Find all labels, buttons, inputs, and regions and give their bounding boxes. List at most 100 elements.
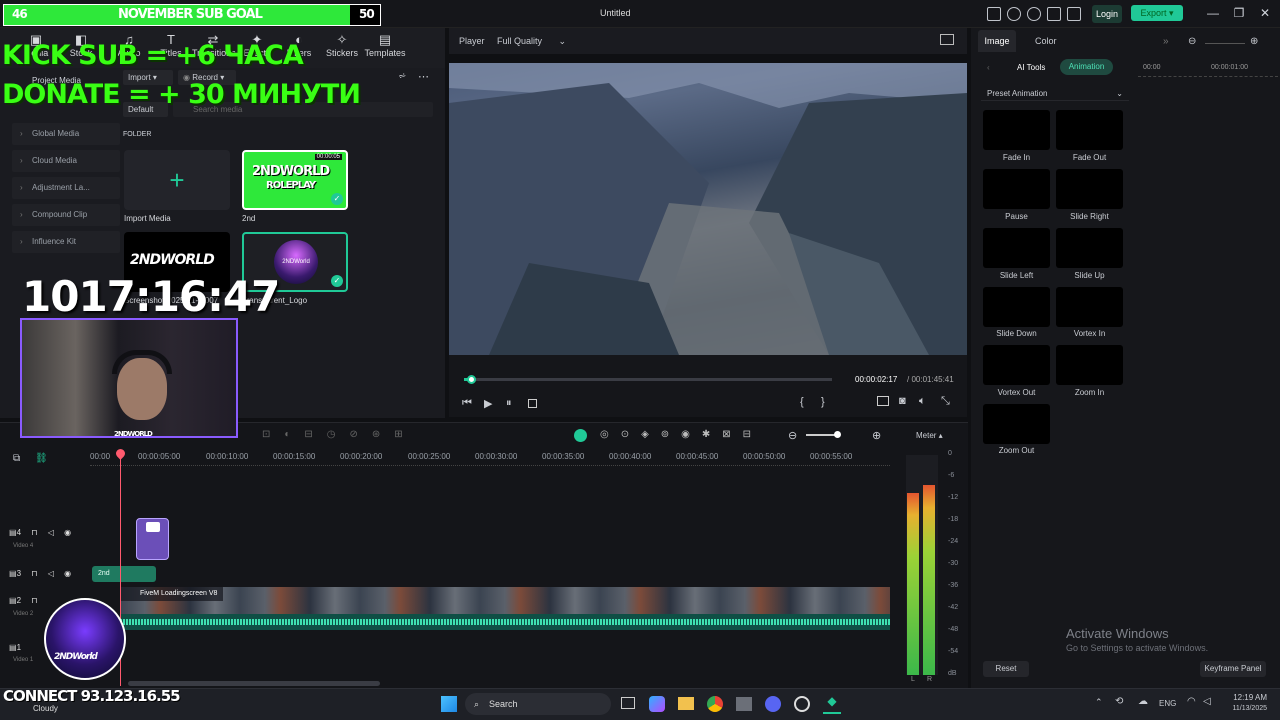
- login-button[interactable]: Login: [1092, 5, 1122, 23]
- wifi-icon[interactable]: ◠: [1187, 696, 1196, 707]
- render-icon[interactable]: [574, 429, 587, 442]
- task-view-icon[interactable]: [621, 697, 635, 709]
- tool-stickers[interactable]: ✧ Stickers: [321, 32, 363, 58]
- lock-icon[interactable]: ⊓: [31, 528, 37, 537]
- keyframe-panel-button[interactable]: Keyframe Panel: [1200, 661, 1266, 677]
- chrome-icon[interactable]: [707, 696, 723, 712]
- preset-label: Vortex In: [1073, 329, 1106, 338]
- minimize-icon[interactable]: —: [1204, 6, 1222, 20]
- link-icon[interactable]: ⛓︎: [35, 453, 48, 464]
- notification-icon[interactable]: [1047, 7, 1061, 21]
- maximize-icon[interactable]: ❐: [1230, 6, 1248, 20]
- zoom-in-icon[interactable]: ⊕: [1250, 36, 1258, 47]
- tray-chevron-icon[interactable]: ⌃: [1095, 697, 1103, 708]
- track-3-header: ▤3 ⊓ ◁ ◉: [9, 569, 72, 578]
- stop-icon[interactable]: [528, 399, 537, 408]
- kick-sub-overlay: KICK SUB = +6 ЧАСА: [2, 40, 304, 71]
- copilot-icon[interactable]: [649, 696, 665, 712]
- language-indicator[interactable]: ENG: [1159, 699, 1176, 708]
- sidebar-item-compound-clip[interactable]: Compound Clip: [12, 204, 120, 226]
- timeline-zoom-out-icon[interactable]: ⊖: [788, 429, 797, 442]
- preset-slide-right[interactable]: [1056, 169, 1123, 209]
- timeline-zoom-handle[interactable]: [834, 431, 841, 438]
- grid-icon[interactable]: [1067, 7, 1081, 21]
- fullscreen-icon[interactable]: ⤡: [941, 395, 950, 408]
- eye-icon[interactable]: ◉: [64, 569, 71, 578]
- taskbar-search[interactable]: ⌕ Search: [465, 693, 611, 715]
- reset-button[interactable]: Reset: [983, 661, 1029, 677]
- preset-slide-up[interactable]: [1056, 228, 1123, 268]
- timeline-edit-icons[interactable]: ⊡◐⊟◷⊘⊛⊞: [262, 429, 417, 440]
- preset-fade-in[interactable]: [983, 110, 1050, 150]
- tab-color[interactable]: Color: [1035, 36, 1057, 46]
- sidebar-item-adjustment-layer[interactable]: Adjustment La...: [12, 177, 120, 199]
- mark-in-icon[interactable]: {: [800, 396, 804, 408]
- preset-zoom-out[interactable]: [983, 404, 1050, 444]
- sidebar-item-influence-kit[interactable]: Influence Kit: [12, 231, 120, 253]
- video-clip[interactable]: FiveM Loadingscreen V8: [120, 587, 890, 614]
- play-icon[interactable]: ▶: [484, 397, 492, 410]
- preset-pause[interactable]: [983, 169, 1050, 209]
- timeline-tools-icons[interactable]: ◎⊙◈⊚◉✱⊠⊟: [600, 429, 763, 440]
- lock-icon[interactable]: ⊓: [31, 596, 37, 605]
- mute-icon[interactable]: ◁: [48, 569, 54, 578]
- tab-image[interactable]: Image: [978, 30, 1016, 52]
- media-thumb-2nd[interactable]: 00:00:05 2NDWORLD ROLEPLAY ✓: [242, 150, 348, 210]
- preset-vortex-out[interactable]: [983, 345, 1050, 385]
- import-media-card[interactable]: +: [124, 150, 230, 210]
- tray-app-icon[interactable]: ⟲: [1115, 696, 1123, 707]
- zoom-slider[interactable]: [1205, 43, 1245, 44]
- filmora-icon[interactable]: ◆: [823, 694, 841, 714]
- clock-time[interactable]: 12:19 AM: [1221, 693, 1267, 702]
- export-button[interactable]: Export ▾: [1131, 5, 1183, 21]
- cloud-icon[interactable]: [1027, 7, 1041, 21]
- back-icon[interactable]: ‹: [987, 63, 990, 72]
- close-icon[interactable]: ✕: [1256, 6, 1274, 20]
- snapshot-icon[interactable]: [940, 34, 954, 45]
- subtab-animation[interactable]: Animation: [1060, 59, 1113, 75]
- add-track-icon[interactable]: ⧉: [13, 453, 20, 464]
- mark-out-icon[interactable]: }: [821, 396, 825, 408]
- prev-frame-icon[interactable]: ⏮: [462, 397, 472, 410]
- sidebar-item-cloud-media[interactable]: Cloud Media: [12, 150, 120, 172]
- mute-icon[interactable]: ◁: [48, 528, 54, 537]
- preset-fade-out[interactable]: [1056, 110, 1123, 150]
- subtab-ai-tools[interactable]: AI Tools: [1017, 63, 1045, 72]
- tray-cloud-icon[interactable]: ☁: [1138, 696, 1148, 707]
- preset-slide-left[interactable]: [983, 228, 1050, 268]
- logo-clip[interactable]: [136, 518, 169, 560]
- playback-progress-track[interactable]: [464, 378, 832, 381]
- file-explorer-icon[interactable]: [678, 697, 694, 710]
- pause-icon[interactable]: ⏸: [506, 397, 512, 410]
- quality-dropdown[interactable]: Full Quality ⌄: [497, 36, 566, 47]
- collapse-icon[interactable]: »: [1163, 36, 1169, 47]
- discord-icon[interactable]: [765, 696, 781, 712]
- volume-icon[interactable]: 🔈︎: [919, 395, 926, 408]
- speaker-icon[interactable]: ◁: [1203, 696, 1211, 707]
- zoom-out-icon[interactable]: ⊖: [1188, 36, 1196, 47]
- filter-icon[interactable]: ⩫: [398, 71, 406, 82]
- more-icon[interactable]: ⋯: [418, 70, 429, 83]
- preset-vortex-in[interactable]: [1056, 287, 1123, 327]
- export-label: Export: [1140, 8, 1167, 18]
- app-icon[interactable]: [794, 696, 810, 712]
- sidebar-item-global-media[interactable]: Global Media: [12, 123, 120, 145]
- start-icon[interactable]: [441, 696, 457, 712]
- preset-slide-down[interactable]: [983, 287, 1050, 327]
- preset-animation-dropdown[interactable]: Preset Animation ⌄: [981, 86, 1129, 101]
- title-clip[interactable]: 2nd: [92, 566, 156, 582]
- display-icon[interactable]: [877, 396, 889, 406]
- sub-goal-title: NOVEMBER SUB GOAL: [118, 7, 263, 22]
- audio-waveform[interactable]: [120, 614, 890, 630]
- eye-icon[interactable]: ◉: [64, 528, 71, 537]
- save-icon[interactable]: [1007, 7, 1021, 21]
- camera-icon[interactable]: ◙: [899, 395, 906, 407]
- lock-icon[interactable]: ⊓: [31, 569, 37, 578]
- monitor-icon[interactable]: [987, 7, 1001, 21]
- timeline-zoom-in-icon[interactable]: ⊕: [872, 429, 881, 442]
- tool-templates[interactable]: ▤ Templates: [364, 32, 406, 58]
- preset-zoom-in[interactable]: [1056, 345, 1123, 385]
- meter-dropdown[interactable]: Meter ▴: [916, 431, 943, 440]
- timeline-scrollbar[interactable]: [128, 681, 380, 686]
- store-icon[interactable]: [736, 697, 752, 711]
